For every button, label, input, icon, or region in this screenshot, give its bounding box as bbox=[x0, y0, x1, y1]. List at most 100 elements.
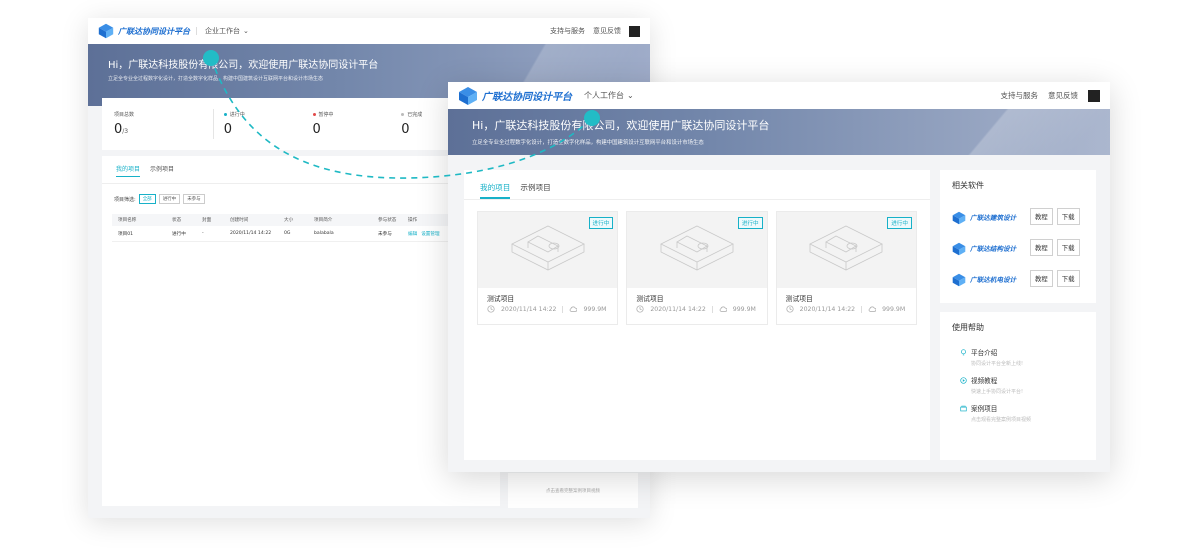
download-button[interactable]: 下载 bbox=[1056, 270, 1080, 287]
project-tabs: 我的项目 示例项目 bbox=[102, 156, 500, 184]
col-intro: 项目简介 bbox=[314, 218, 333, 223]
feedback-link[interactable]: 意见反馈 bbox=[593, 26, 621, 36]
help-panel: 使用帮助 平台介绍 协同设计平台全新上线! 视频教程 快速上手协同设计平台! 案… bbox=[940, 312, 1096, 460]
help-item-sub: 快速上手协同设计平台! bbox=[971, 389, 1024, 395]
stat-suffix: /3 bbox=[122, 128, 129, 135]
stat-label: 已完成 bbox=[407, 112, 423, 118]
download-button[interactable]: 下载 bbox=[1056, 208, 1080, 225]
project-list-card: 我的项目 示例项目 项目筛选: 全部 进行中 未参与 项目名称 状态 封面 创建… bbox=[102, 156, 500, 506]
brand-name[interactable]: 广联达协同设计平台 bbox=[118, 26, 190, 37]
stat-total: 项目总数 0/3 bbox=[114, 111, 203, 137]
project-size: 999.9M bbox=[583, 305, 607, 313]
project-date: 2020/11/14 14:22 bbox=[650, 305, 706, 313]
avatar[interactable] bbox=[1088, 89, 1100, 102]
support-link[interactable]: 支持与服务 bbox=[550, 26, 585, 36]
status-dot bbox=[223, 113, 227, 116]
tutorial-button[interactable]: 教程 bbox=[1030, 270, 1053, 287]
project-card[interactable]: 进行中 测试项目 2020/11/14 14:22 999.9M bbox=[775, 211, 917, 325]
help-item-video[interactable]: 视频教程 快速上手协同设计平台! bbox=[952, 375, 1084, 395]
tutorial-button[interactable]: 教程 bbox=[1030, 239, 1053, 256]
top-bar: 广联达协同设计平台 个人工作台 ⌄ 支持与服务 意见反馈 bbox=[448, 82, 1110, 109]
tutorial-button[interactable]: 教程 bbox=[1030, 208, 1053, 225]
col-join: 参与状态 bbox=[378, 218, 397, 223]
stat-value: 0 bbox=[312, 122, 321, 137]
bulb-icon bbox=[961, 348, 966, 355]
help-title: 使用帮助 bbox=[952, 323, 984, 332]
project-card[interactable]: 进行中 测试项目 2020/11/14 14:22 999.9M bbox=[477, 211, 619, 325]
tab-my-projects[interactable]: 我的项目 bbox=[116, 164, 141, 177]
project-thumbnail: 进行中 bbox=[627, 212, 767, 288]
workspace-switch[interactable]: 个人工作台 ⌄ bbox=[584, 90, 634, 101]
brand-name[interactable]: 广联达协同设计平台 bbox=[482, 88, 572, 103]
logo-cube-icon bbox=[458, 86, 478, 106]
related-software-title: 相关软件 bbox=[952, 181, 984, 190]
cell-intro: balabala bbox=[314, 231, 334, 236]
status-badge: 进行中 bbox=[588, 217, 614, 229]
logo-cube-icon bbox=[952, 210, 966, 224]
software-name: 广联达机电设计 bbox=[970, 275, 1017, 284]
case-hint[interactable]: 点击查看完整案例项目视频 bbox=[508, 473, 638, 508]
stat-paused: 暂停中 0 bbox=[312, 111, 402, 137]
workspace-label: 个人工作台 bbox=[584, 91, 624, 100]
stat-label: 进行中 bbox=[229, 112, 245, 118]
tab-sample-projects[interactable]: 示例项目 bbox=[150, 164, 174, 177]
top-bar: 广联达协同设计平台 企业工作台 ⌄ 支持与服务 意见反馈 bbox=[88, 18, 650, 44]
help-item-title: 平台介绍 bbox=[971, 349, 998, 357]
project-filter: 项目筛选: 全部 进行中 未参与 bbox=[102, 184, 500, 214]
project-size: 999.9M bbox=[732, 305, 756, 313]
help-item-title: 视频教程 bbox=[971, 377, 998, 385]
software-row: 广联达机电设计 教程 下载 bbox=[952, 263, 1084, 294]
help-item-platform[interactable]: 平台介绍 协同设计平台全新上线! bbox=[952, 347, 1084, 367]
avatar[interactable] bbox=[629, 25, 640, 37]
related-software-panel: 相关软件 广联达建筑设计 教程 下载 广联达结构设计 教程 下载 广联达机电设计… bbox=[940, 170, 1096, 303]
cell-join: 未参与 bbox=[378, 231, 392, 237]
project-name: 测试项目 bbox=[785, 295, 813, 303]
settings-link[interactable]: 设置管理 bbox=[421, 232, 439, 237]
banner-subtitle: 立足全专业全过程数字化设计，打造全数字化样品，构建中国建筑设计互联网平台和设计市… bbox=[472, 140, 704, 146]
project-grid: 进行中 测试项目 2020/11/14 14:22 999.9M 进行中 测试项… bbox=[464, 200, 930, 336]
clock-icon bbox=[786, 305, 794, 313]
software-row: 广联达建筑设计 教程 下载 bbox=[952, 201, 1084, 232]
logo-cube-icon bbox=[98, 23, 114, 39]
project-card[interactable]: 进行中 测试项目 2020/11/14 14:22 999.9M bbox=[626, 211, 768, 325]
tab-sample-projects[interactable]: 示例项目 bbox=[520, 182, 550, 199]
filter-not-joined[interactable]: 未参与 bbox=[183, 194, 205, 204]
building-icon bbox=[660, 225, 734, 271]
cell-cover: - bbox=[202, 231, 204, 236]
project-card-panel: 我的项目 示例项目 进行中 测试项目 2020/11/14 14:22 999.… bbox=[464, 170, 930, 460]
cell-size: 0G bbox=[284, 231, 291, 236]
col-status: 状态 bbox=[172, 218, 182, 223]
software-name: 广联达建筑设计 bbox=[970, 213, 1017, 222]
help-item-sub: 点击观看完整案例项目视频 bbox=[971, 417, 1032, 423]
chevron-down-icon: ⌄ bbox=[243, 27, 249, 35]
welcome-banner: Hi，广联达科技股份有限公司，欢迎使用广联达协同设计平台 立足全专业全过程数字化… bbox=[448, 109, 1110, 155]
stats-card: 项目总数 0/3 进行中 0 暂停中 0 已完成 0 bbox=[102, 98, 502, 150]
building-icon bbox=[510, 225, 585, 271]
banner-subtitle: 立足全专业全过程数字化设计，打造全数字化样品，构建中国建筑设计互联网平台和设计市… bbox=[108, 76, 324, 82]
logo-cube-icon bbox=[952, 241, 966, 255]
col-ops: 操作 bbox=[408, 218, 418, 223]
download-button[interactable]: 下载 bbox=[1056, 239, 1080, 256]
filter-all[interactable]: 全部 bbox=[138, 194, 156, 204]
filter-label: 项目筛选: bbox=[114, 196, 136, 203]
help-item-cases[interactable]: 案例项目 点击观看完整案例项目视频 bbox=[952, 403, 1084, 423]
table-header: 项目名称 状态 封面 创建时间 大小 项目简介 参与状态 操作 bbox=[112, 214, 490, 226]
workspace-label: 企业工作台 bbox=[205, 27, 240, 35]
chevron-down-icon: ⌄ bbox=[627, 91, 634, 100]
edit-link[interactable]: 编辑 bbox=[408, 232, 417, 237]
banner-decoration bbox=[890, 109, 1110, 155]
filter-in-progress[interactable]: 进行中 bbox=[158, 194, 181, 204]
tab-my-projects[interactable]: 我的项目 bbox=[480, 182, 511, 199]
project-thumbnail: 进行中 bbox=[776, 212, 916, 288]
project-thumbnail: 进行中 bbox=[478, 212, 618, 288]
cell-status: 进行中 bbox=[172, 231, 186, 237]
status-dot bbox=[401, 113, 405, 116]
table-row[interactable]: 项目01 进行中 - 2020/11/14 14:22 0G balabala … bbox=[112, 226, 490, 242]
col-size: 大小 bbox=[284, 218, 294, 223]
feedback-link[interactable]: 意见反馈 bbox=[1048, 90, 1078, 101]
help-item-title: 案例项目 bbox=[971, 405, 998, 413]
support-link[interactable]: 支持与服务 bbox=[1001, 90, 1039, 101]
stat-label: 项目总数 bbox=[114, 112, 135, 118]
software-name: 广联达结构设计 bbox=[970, 244, 1017, 253]
workspace-switch[interactable]: 企业工作台 ⌄ bbox=[205, 26, 249, 36]
